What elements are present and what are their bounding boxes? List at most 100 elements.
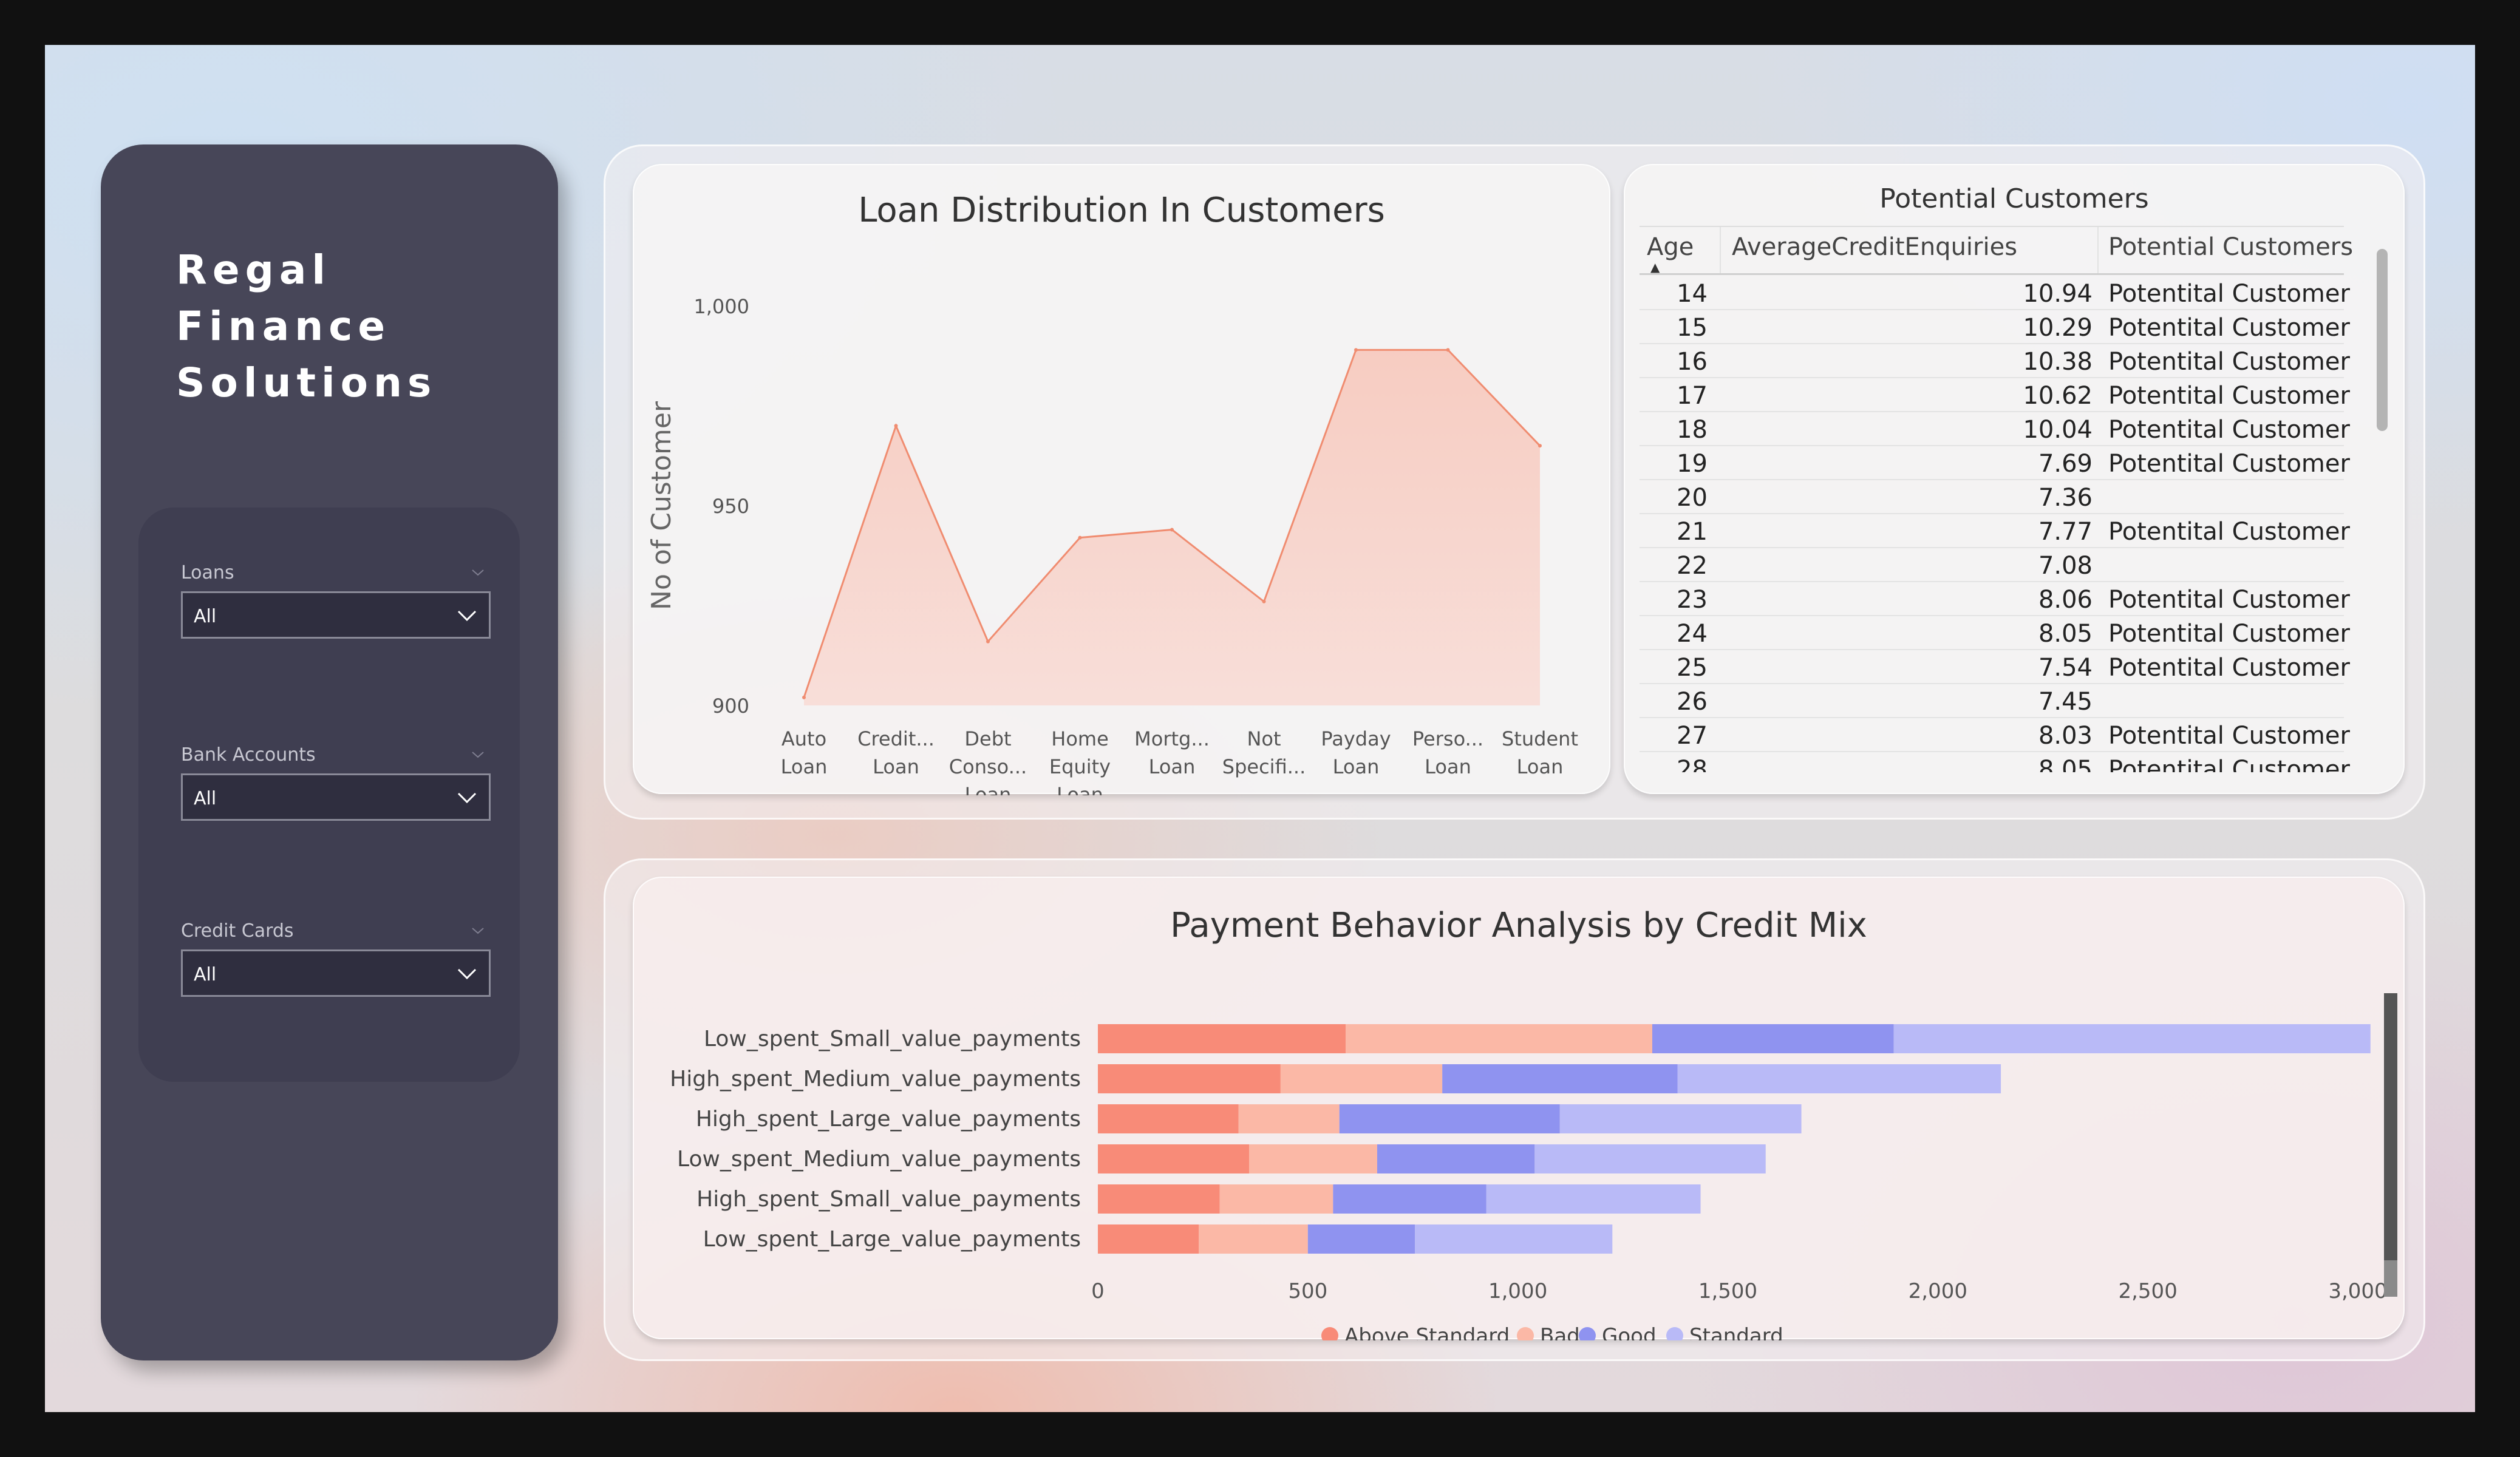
bar-segment — [1098, 1024, 1346, 1053]
table-row[interactable]: 20 7.36 — [1640, 480, 2344, 514]
x-tick-label: Loan — [965, 783, 1012, 795]
x-tick-label: Student — [1502, 727, 1578, 750]
data-point — [986, 639, 990, 644]
category-label: High_spent_Small_value_payments — [696, 1187, 1081, 1212]
cell-potential-customer: Potentital Customer — [2108, 756, 2350, 772]
brand-line: Regal — [176, 246, 331, 293]
table-row[interactable]: 21 7.77 Potentital Customer — [1640, 514, 2350, 548]
bar-segment — [1307, 1224, 1415, 1254]
table-row[interactable]: 27 8.03 Potentital Customer — [1640, 718, 2350, 752]
cell-potential-customer: Potentital Customer — [2108, 586, 2350, 614]
bar-segment — [1486, 1184, 1701, 1214]
x-tick-label: 2,500 — [2118, 1279, 2177, 1303]
bar-segment — [1098, 1144, 1249, 1173]
cell-potential-customer: Potentital Customer — [2108, 722, 2350, 750]
bar-segment — [1098, 1064, 1281, 1093]
eraser-icon[interactable] — [470, 923, 486, 939]
table-body: 14 10.94 Potentital Customer 15 10.29 Potenti… — [1625, 165, 2372, 772]
area-fill — [804, 350, 1540, 705]
cell-age: 15 — [1677, 314, 1708, 342]
bar-segment — [1098, 1184, 1220, 1214]
table-row[interactable]: 23 8.06 Potentital Customer — [1640, 582, 2350, 616]
bar-segment — [1333, 1184, 1486, 1214]
filters-panel: Loans All Bank Accounts All Credit Cards — [138, 508, 520, 1082]
table-row[interactable]: 17 10.62 Potentital Customer — [1640, 378, 2350, 412]
cell-age: 16 — [1677, 348, 1708, 376]
x-tick-label: Loan — [1517, 755, 1564, 778]
eraser-icon[interactable] — [470, 747, 486, 762]
category-label: High_spent_Medium_value_payments — [670, 1067, 1081, 1092]
table-row[interactable]: 19 7.69 Potentital Customer — [1640, 446, 2350, 480]
bar-segment — [1677, 1064, 2001, 1093]
table-row[interactable]: 28 8.05 Potentital Customer — [1640, 752, 2350, 772]
x-tick-label: 2,000 — [1909, 1279, 1967, 1303]
cell-age: 14 — [1677, 280, 1708, 308]
bar-segment — [1339, 1104, 1560, 1133]
cell-avg-credit-enquiries: 10.04 — [2023, 416, 2093, 444]
bank-accounts-dropdown[interactable]: All — [181, 773, 491, 821]
bar-segment — [1893, 1024, 2371, 1053]
cell-potential-customer: Potentital Customer — [2108, 280, 2350, 308]
brand-title: Regal Finance Solutions — [176, 242, 516, 411]
filter-label: Credit Cards — [181, 920, 294, 942]
x-tick-label: Home — [1051, 727, 1109, 750]
table-row[interactable]: 22 7.08 — [1640, 548, 2344, 582]
x-tick-label: 3,000 — [2328, 1279, 2387, 1303]
data-point — [1262, 599, 1266, 603]
cell-age: 18 — [1677, 416, 1708, 444]
loans-dropdown[interactable]: All — [181, 591, 491, 639]
cell-avg-credit-enquiries: 7.54 — [2038, 654, 2093, 682]
loan-distribution-card: Loan Distribution In Customers 1,000 950 9… — [633, 164, 1610, 795]
cell-avg-credit-enquiries: 10.29 — [2023, 314, 2093, 342]
y-tick-label: 950 — [712, 495, 749, 518]
bar-segment — [1415, 1224, 1613, 1254]
table-row[interactable]: 14 10.94 Potentital Customer — [1640, 276, 2350, 310]
x-tick-label: Perso... — [1412, 727, 1483, 750]
cell-potential-customer: Potentital Customer — [2108, 314, 2350, 342]
cell-age: 25 — [1677, 654, 1708, 682]
y-axis-label: No of Customer — [646, 401, 677, 610]
bar-segment — [1442, 1064, 1678, 1093]
cell-potential-customer: Potentital Customer — [2108, 348, 2350, 376]
bar-segment — [1346, 1024, 1652, 1053]
x-tick-label: Loan — [1149, 755, 1196, 778]
bar-segment — [1199, 1224, 1308, 1254]
bar-segment — [1098, 1104, 1239, 1133]
x-tick-label: Auto — [782, 727, 826, 750]
credit-cards-dropdown[interactable]: All — [181, 949, 491, 997]
cell-avg-credit-enquiries: 7.08 — [2038, 552, 2093, 580]
cell-avg-credit-enquiries: 10.94 — [2023, 280, 2093, 308]
table-row[interactable]: 16 10.38 Potentital Customer — [1640, 344, 2350, 378]
dashboard-canvas: Regal Finance Solutions Loans All Bank A… — [45, 45, 2475, 1412]
x-tick-label: Not — [1247, 727, 1281, 750]
cell-potential-customer: Potentital Customer — [2108, 518, 2350, 546]
bar-segment — [1219, 1184, 1333, 1214]
x-tick-label: 1,000 — [1488, 1279, 1547, 1303]
potential-customers-card: Potential Customers Age ▲ AverageCreditE… — [1624, 164, 2405, 794]
table-row[interactable]: 18 10.04 Potentital Customer — [1640, 412, 2350, 446]
table-row[interactable]: 24 8.05 Potentital Customer — [1640, 616, 2350, 650]
bar-segment — [1238, 1104, 1340, 1133]
table-scrollbar[interactable] — [2377, 249, 2388, 789]
cell-avg-credit-enquiries: 10.62 — [2023, 382, 2093, 410]
x-tick-label: 1,500 — [1698, 1279, 1757, 1303]
filter-label: Bank Accounts — [181, 744, 316, 766]
cell-age: 20 — [1677, 484, 1708, 512]
x-tick-label: Credit... — [857, 727, 935, 750]
cell-potential-customer: Potentital Customer — [2108, 450, 2350, 478]
cell-age: 26 — [1677, 688, 1708, 716]
x-tick-label: Loan — [1057, 783, 1103, 795]
cell-potential-customer: Potentital Customer — [2108, 654, 2350, 682]
eraser-icon[interactable] — [470, 565, 486, 580]
table-row[interactable]: 25 7.54 Potentital Customer — [1640, 650, 2350, 684]
x-tick-label: Mortg... — [1134, 727, 1210, 750]
x-tick-label: 0 — [1091, 1279, 1105, 1303]
table-row[interactable]: 15 10.29 Potentital Customer — [1640, 310, 2350, 344]
payment-bar-chart: Low_spent_Small_value_payments High_spent… — [670, 993, 2397, 1340]
data-point — [1170, 528, 1174, 532]
brand-line: Finance — [176, 303, 391, 350]
scrollbar-thumb[interactable] — [2377, 249, 2388, 431]
data-point — [802, 695, 806, 699]
table-row[interactable]: 26 7.45 — [1640, 684, 2344, 718]
chart-scrollbar-track — [2384, 1260, 2397, 1297]
